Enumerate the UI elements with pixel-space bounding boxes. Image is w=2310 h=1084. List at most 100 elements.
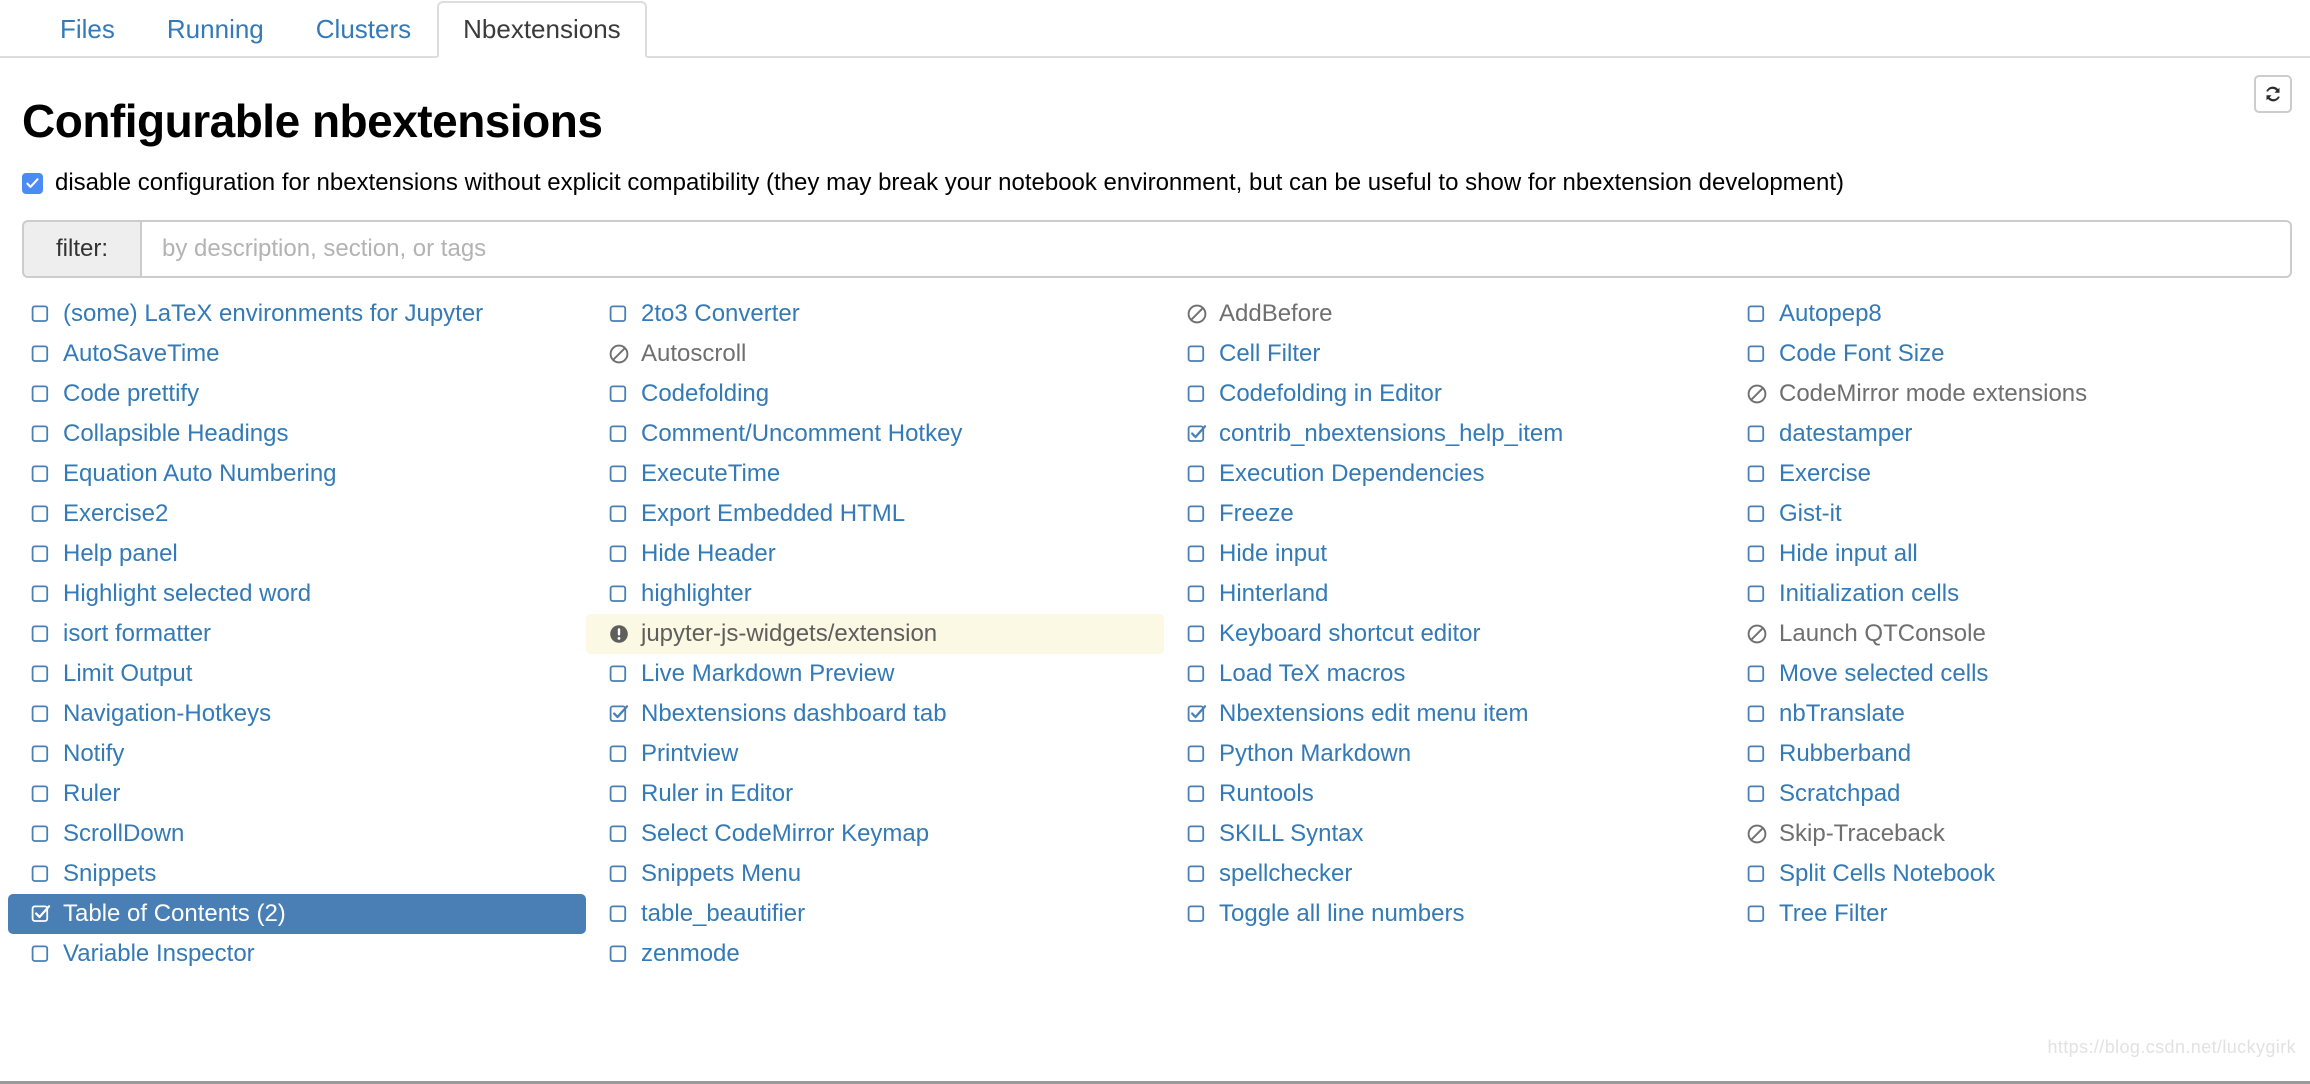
nbextension-item[interactable]: Nbextensions dashboard tab — [586, 694, 1164, 734]
checkbox-unchecked-icon[interactable] — [608, 903, 630, 925]
nbextension-item[interactable]: table_beautifier — [586, 894, 1164, 934]
nbextension-item[interactable]: Snippets — [8, 854, 586, 894]
nbextension-item[interactable]: Printview — [586, 734, 1164, 774]
nbextension-item[interactable]: Keyboard shortcut editor — [1164, 614, 1724, 654]
checkbox-unchecked-icon[interactable] — [30, 863, 52, 885]
nbextension-item[interactable]: (some) LaTeX environments for Jupyter — [8, 294, 586, 334]
nbextension-item[interactable]: Help panel — [8, 534, 586, 574]
nbextension-item[interactable]: Split Cells Notebook — [1724, 854, 2290, 894]
checkbox-unchecked-icon[interactable] — [608, 943, 630, 965]
nbextension-item[interactable]: 2to3 Converter — [586, 294, 1164, 334]
checkbox-unchecked-icon[interactable] — [608, 543, 630, 565]
checkbox-unchecked-icon[interactable] — [30, 543, 52, 565]
checkbox-unchecked-icon[interactable] — [1186, 623, 1208, 645]
checkbox-unchecked-icon[interactable] — [1746, 783, 1768, 805]
checkbox-unchecked-icon[interactable] — [608, 863, 630, 885]
checkbox-checked-icon[interactable] — [1186, 703, 1208, 725]
checkbox-unchecked-icon[interactable] — [608, 463, 630, 485]
nbextension-item[interactable]: Nbextensions edit menu item — [1164, 694, 1724, 734]
checkbox-unchecked-icon[interactable] — [1186, 903, 1208, 925]
checkbox-unchecked-icon[interactable] — [608, 423, 630, 445]
nbextension-item[interactable]: Initialization cells — [1724, 574, 2290, 614]
disable-compat-config-checkbox[interactable] — [22, 172, 43, 194]
checkbox-unchecked-icon[interactable] — [30, 463, 52, 485]
nbextension-item[interactable]: Code prettify — [8, 374, 586, 414]
nbextension-item[interactable]: Collapsible Headings — [8, 414, 586, 454]
nbextension-item[interactable]: Hide input — [1164, 534, 1724, 574]
nbextension-item[interactable]: Exercise2 — [8, 494, 586, 534]
not-allowed-icon[interactable] — [608, 343, 630, 365]
nbextension-item[interactable]: Freeze — [1164, 494, 1724, 534]
checkbox-unchecked-icon[interactable] — [1746, 303, 1768, 325]
nbextension-item[interactable]: Snippets Menu — [586, 854, 1164, 894]
checkbox-unchecked-icon[interactable] — [30, 423, 52, 445]
nbextension-item[interactable]: Move selected cells — [1724, 654, 2290, 694]
checkbox-unchecked-icon[interactable] — [1746, 583, 1768, 605]
nbextension-item[interactable]: Skip-Traceback — [1724, 814, 2290, 854]
refresh-button[interactable] — [2254, 75, 2292, 113]
not-allowed-icon[interactable] — [1746, 383, 1768, 405]
nbextension-item[interactable]: Limit Output — [8, 654, 586, 694]
checkbox-unchecked-icon[interactable] — [1746, 423, 1768, 445]
checkbox-unchecked-icon[interactable] — [608, 583, 630, 605]
nbextension-item[interactable]: Live Markdown Preview — [586, 654, 1164, 694]
nbextension-item[interactable]: Toggle all line numbers — [1164, 894, 1724, 934]
nbextension-item[interactable]: highlighter — [586, 574, 1164, 614]
checkbox-unchecked-icon[interactable] — [608, 303, 630, 325]
tab-running[interactable]: Running — [141, 1, 290, 58]
checkbox-unchecked-icon[interactable] — [1746, 863, 1768, 885]
checkbox-unchecked-icon[interactable] — [30, 663, 52, 685]
nbextension-item[interactable]: AddBefore — [1164, 294, 1724, 334]
nbextension-item[interactable]: Rubberband — [1724, 734, 2290, 774]
checkbox-unchecked-icon[interactable] — [1186, 583, 1208, 605]
nbextension-item[interactable]: Code Font Size — [1724, 334, 2290, 374]
nbextension-item[interactable]: Table of Contents (2) — [8, 894, 586, 935]
nbextension-item[interactable]: Launch QTConsole — [1724, 614, 2290, 654]
checkbox-unchecked-icon[interactable] — [30, 703, 52, 725]
nbextension-item[interactable]: Codefolding — [586, 374, 1164, 414]
checkbox-unchecked-icon[interactable] — [1186, 383, 1208, 405]
nbextension-item[interactable]: Notify — [8, 734, 586, 774]
checkbox-unchecked-icon[interactable] — [1746, 743, 1768, 765]
nbextension-item[interactable]: spellchecker — [1164, 854, 1724, 894]
nbextension-item[interactable]: nbTranslate — [1724, 694, 2290, 734]
not-allowed-icon[interactable] — [1186, 303, 1208, 325]
checkbox-unchecked-icon[interactable] — [30, 503, 52, 525]
checkbox-unchecked-icon[interactable] — [608, 503, 630, 525]
nbextension-item[interactable]: Codefolding in Editor — [1164, 374, 1724, 414]
checkbox-checked-icon[interactable] — [30, 903, 52, 925]
nbextension-item[interactable]: Cell Filter — [1164, 334, 1724, 374]
nbextension-item[interactable]: Load TeX macros — [1164, 654, 1724, 694]
nbextension-item[interactable]: Navigation-Hotkeys — [8, 694, 586, 734]
checkbox-unchecked-icon[interactable] — [30, 823, 52, 845]
nbextension-item[interactable]: Runtools — [1164, 774, 1724, 814]
checkbox-unchecked-icon[interactable] — [608, 743, 630, 765]
checkbox-unchecked-icon[interactable] — [1746, 343, 1768, 365]
not-allowed-icon[interactable] — [1746, 623, 1768, 645]
nbextension-item[interactable]: Hide input all — [1724, 534, 2290, 574]
checkbox-unchecked-icon[interactable] — [30, 943, 52, 965]
checkbox-unchecked-icon[interactable] — [1746, 903, 1768, 925]
nbextension-item[interactable]: Variable Inspector — [8, 934, 586, 974]
nbextension-item[interactable]: Hinterland — [1164, 574, 1724, 614]
nbextension-item[interactable]: SKILL Syntax — [1164, 814, 1724, 854]
checkbox-unchecked-icon[interactable] — [1746, 543, 1768, 565]
checkbox-unchecked-icon[interactable] — [1746, 663, 1768, 685]
tab-clusters[interactable]: Clusters — [290, 1, 437, 58]
nbextension-item[interactable]: Select CodeMirror Keymap — [586, 814, 1164, 854]
nbextension-item[interactable]: Autopep8 — [1724, 294, 2290, 334]
checkbox-unchecked-icon[interactable] — [1186, 783, 1208, 805]
checkbox-unchecked-icon[interactable] — [1186, 343, 1208, 365]
checkbox-unchecked-icon[interactable] — [1186, 503, 1208, 525]
checkbox-unchecked-icon[interactable] — [608, 783, 630, 805]
checkbox-unchecked-icon[interactable] — [30, 383, 52, 405]
checkbox-unchecked-icon[interactable] — [608, 823, 630, 845]
nbextension-item[interactable]: Scratchpad — [1724, 774, 2290, 814]
nbextension-item[interactable]: AutoSaveTime — [8, 334, 586, 374]
nbextension-item[interactable]: Gist-it — [1724, 494, 2290, 534]
checkbox-unchecked-icon[interactable] — [30, 783, 52, 805]
nbextension-item[interactable]: ExecuteTime — [586, 454, 1164, 494]
disable-compat-config-row[interactable]: disable configuration for nbextensions w… — [22, 169, 2310, 196]
checkbox-unchecked-icon[interactable] — [1186, 823, 1208, 845]
checkbox-unchecked-icon[interactable] — [608, 663, 630, 685]
